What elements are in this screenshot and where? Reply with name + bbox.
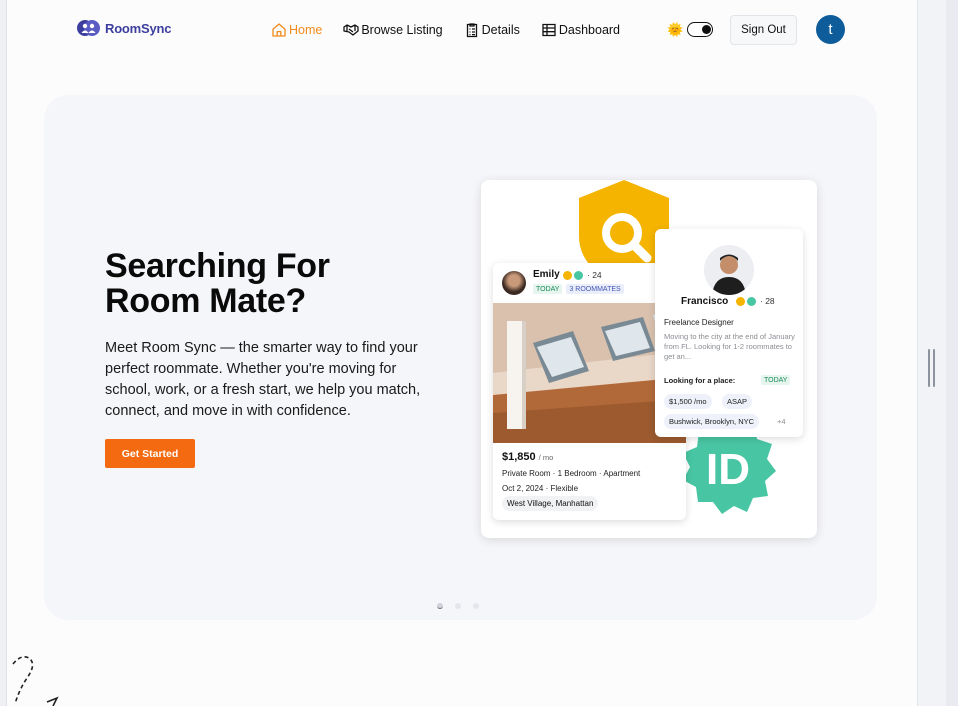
tag-today: TODAY bbox=[533, 284, 563, 294]
hero-title: Searching For Room Mate? bbox=[105, 247, 330, 320]
right-panel-strip bbox=[946, 0, 958, 706]
emily-badges: · 24 bbox=[563, 270, 602, 280]
francisco-age: · 28 bbox=[760, 296, 775, 306]
nav-links: Home Browse Listing Details Dashboard bbox=[271, 22, 641, 38]
carousel-dot-3[interactable] bbox=[473, 603, 479, 609]
logo-text: RoomSync bbox=[105, 20, 172, 36]
handshake-icon bbox=[343, 24, 359, 36]
verified-id-icon bbox=[574, 270, 583, 280]
verified-search-icon bbox=[563, 270, 572, 280]
decorative-squiggle-icon bbox=[12, 656, 59, 706]
toggle-knob bbox=[701, 24, 711, 34]
date-info: Oct 2, 2024 · Flexible bbox=[502, 484, 579, 493]
tag-roommates: 3 ROOMMATES bbox=[566, 284, 624, 294]
emily-tags: TODAY 3 ROOMMATES bbox=[533, 284, 624, 294]
verified-id-icon bbox=[747, 296, 756, 306]
francisco-name: Francisco bbox=[681, 296, 729, 307]
emily-location-chip: West Village, Manhattan bbox=[502, 496, 599, 511]
nav-link-browse-listing[interactable]: Browse Listing bbox=[343, 22, 443, 38]
logo[interactable]: RoomSync bbox=[77, 19, 172, 37]
theme-toggle[interactable] bbox=[687, 22, 713, 37]
home-icon bbox=[272, 23, 286, 37]
id-badge-text: ID bbox=[706, 445, 750, 494]
emily-name: Emily bbox=[533, 269, 560, 280]
clipboard-icon bbox=[466, 23, 477, 38]
nav-link-details[interactable]: Details bbox=[464, 22, 520, 38]
more-count: +4 bbox=[777, 417, 786, 426]
top-navbar: RoomSync Home Browse Listing Details Das… bbox=[7, 0, 917, 62]
nav-link-home[interactable]: Home bbox=[271, 22, 322, 38]
nav-link-label: Browse Listing bbox=[361, 23, 443, 37]
get-started-button[interactable]: Get Started bbox=[105, 439, 195, 468]
user-avatar[interactable]: t bbox=[816, 15, 845, 44]
carousel-dot-2[interactable] bbox=[455, 603, 461, 609]
right-side-panel bbox=[917, 0, 958, 706]
francisco-badges: · 28 bbox=[736, 296, 775, 306]
carousel-dots bbox=[437, 603, 479, 609]
francisco-bio: Moving to the city at the end of January… bbox=[664, 332, 795, 361]
page: RoomSync Home Browse Listing Details Das… bbox=[7, 0, 917, 706]
logo-icon bbox=[77, 20, 100, 36]
budget-chip: $1,500 /mo bbox=[664, 394, 712, 409]
hero-illustration: ID Emily · 24 TODAY 3 ROOMMATES $1,850 /… bbox=[481, 180, 817, 538]
emily-age: · 24 bbox=[587, 270, 602, 280]
hero-section: Searching For Room Mate? Meet Room Sync … bbox=[44, 95, 877, 620]
table-icon bbox=[542, 23, 556, 37]
profile-card-francisco: Francisco · 28 Freelance Designer Moving… bbox=[655, 229, 803, 437]
emily-avatar bbox=[502, 271, 526, 295]
francisco-role: Freelance Designer bbox=[664, 318, 734, 327]
window-left-edge bbox=[0, 0, 7, 706]
hero-description: Meet Room Sync — the smarter way to find… bbox=[105, 340, 421, 419]
nav-link-label: Details bbox=[481, 23, 520, 37]
verified-search-icon bbox=[736, 296, 745, 306]
timing-chip: ASAP bbox=[722, 394, 753, 409]
sign-out-button[interactable]: Sign Out bbox=[730, 15, 797, 45]
sun-emoji-icon: 🌞 bbox=[667, 22, 684, 37]
emily-price: $1,850/ mo bbox=[502, 451, 554, 463]
looking-tag-today: TODAY bbox=[761, 375, 791, 385]
nav-link-label: Home bbox=[289, 23, 323, 37]
resize-handle[interactable] bbox=[928, 349, 936, 387]
room-info: Private Room · 1 Bedroom · Apartment bbox=[502, 469, 641, 478]
nav-link-label: Dashboard bbox=[558, 23, 621, 37]
francisco-location-chip: Bushwick, Brooklyn, NYC bbox=[664, 414, 760, 429]
carousel-dot-1[interactable] bbox=[437, 603, 443, 609]
nav-link-dashboard[interactable]: Dashboard bbox=[541, 22, 620, 38]
looking-label: Looking for a place: bbox=[664, 376, 736, 385]
francisco-avatar bbox=[704, 245, 754, 295]
